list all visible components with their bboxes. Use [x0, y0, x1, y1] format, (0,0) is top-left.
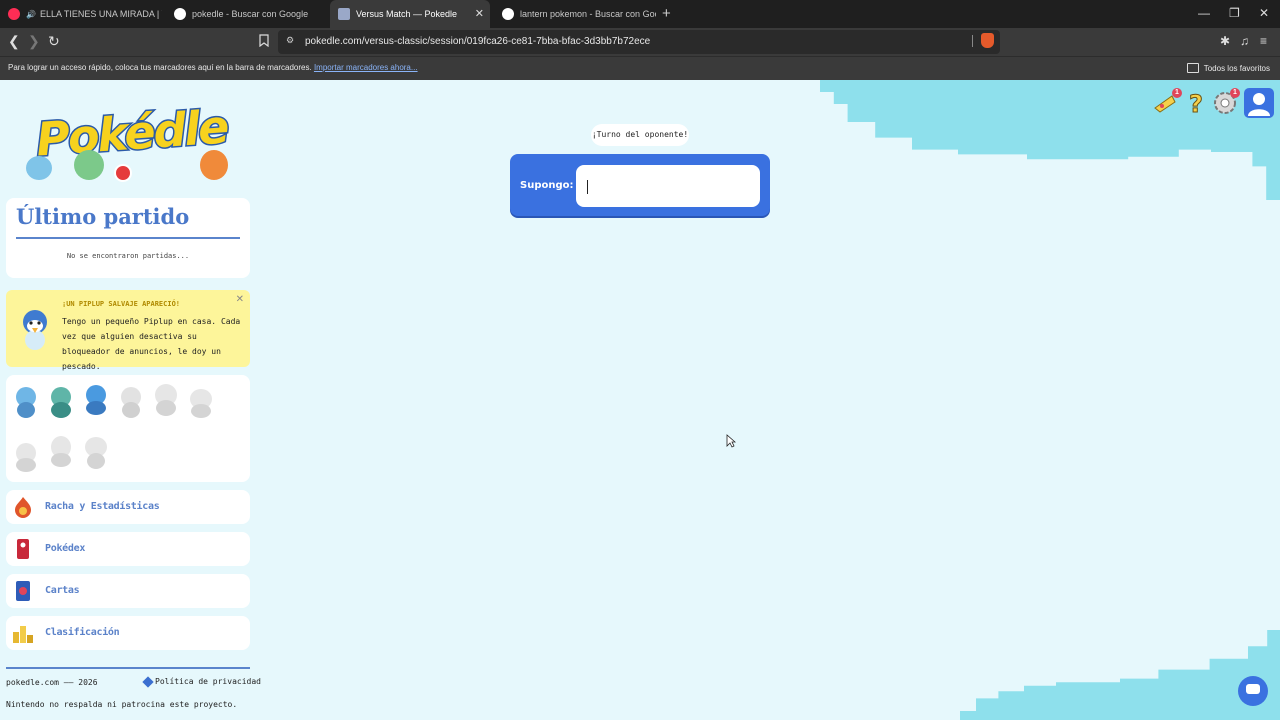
google-icon [502, 8, 514, 20]
folder-icon [1186, 63, 1199, 73]
url-text[interactable]: pokedle.com/versus-classic/session/019fc… [305, 36, 650, 47]
svg-text:?: ? [1189, 90, 1203, 116]
tab-versus-match[interactable]: Versus Match — Pokedle ✕ [330, 0, 490, 28]
turn-indicator: ¡Turno del oponente! [591, 124, 689, 146]
footer-divider [6, 667, 250, 669]
locked-sprite[interactable] [47, 433, 75, 467]
forward-icon[interactable]: ❯ [28, 33, 40, 50]
guess-panel: Supongo: [510, 154, 770, 216]
mudkip-sprite[interactable] [82, 381, 110, 415]
import-bookmarks-link[interactable]: Importar marcadores ahora... [314, 63, 418, 72]
privacy-label: Política de privacidad [155, 677, 261, 686]
pokemon-collection [6, 375, 250, 482]
pokedle-icon [338, 8, 350, 20]
piplup-icon [23, 310, 47, 350]
menu-streak-stats[interactable]: Racha y Estadísticas [6, 490, 250, 524]
browser-toolbar: ❮ ❯ ↻ ⚙ pokedle.com/versus-classic/sessi… [0, 28, 1280, 56]
settings-badge: 1 [1230, 88, 1240, 98]
chat-button[interactable] [1238, 676, 1268, 706]
notifications-badge: 1 [1172, 88, 1182, 98]
squirtle-sprite[interactable] [12, 385, 40, 419]
last-match-card: Último partido No se encontraron partida… [6, 198, 250, 278]
background-wave-bottom [960, 630, 1280, 720]
tab-label: ELLA TIENES UNA MIRADA | YouT [39, 9, 162, 19]
back-icon[interactable]: ❮ [8, 33, 20, 50]
locked-sprite[interactable] [117, 385, 145, 419]
tab-google-pokedle[interactable]: pokedle - Buscar con Google [166, 0, 328, 28]
pokedex-icon [17, 539, 29, 559]
extensions-icon[interactable]: ✱ [1220, 34, 1230, 48]
all-favorites-label: Todos los favoritos [1203, 63, 1270, 73]
fire-icon [15, 497, 31, 518]
guess-label: Supongo: [520, 180, 574, 191]
tab-google-lantern[interactable]: lantern pokemon - Buscar con Goog [494, 0, 656, 28]
minimize-icon[interactable]: — [1198, 6, 1210, 20]
menu-label: Cartas [45, 585, 80, 596]
ad-title: ¡UN PIPLUP SALVAJE APARECIÓ! [62, 300, 181, 308]
menu-icon[interactable]: ≡ [1260, 34, 1267, 48]
piplup-ad-banner: ¡UN PIPLUP SALVAJE APARECIÓ! Tengo un pe… [6, 290, 250, 371]
bookmarks-hint-text: Para lograr un acceso rápido, coloca tus… [8, 63, 312, 72]
youtube-icon [8, 8, 20, 20]
tab-youtube[interactable]: 🔊 ELLA TIENES UNA MIRADA | YouT [0, 0, 162, 28]
tab-label: pokedle - Buscar con Google [192, 9, 309, 19]
menu-leaderboard[interactable]: Clasificación [6, 616, 250, 650]
divider [16, 237, 240, 239]
cards-icon [16, 581, 30, 601]
last-match-empty: No se encontraron partidas... [66, 252, 190, 260]
privacy-link[interactable]: Política de privacidad [142, 675, 261, 688]
locked-sprite[interactable] [12, 439, 40, 473]
pokedle-logo[interactable]: Pokédle [22, 98, 232, 188]
ad-body: Tengo un pequeño Piplup en casa. Cada ve… [62, 317, 241, 371]
site-info-icon[interactable]: ⚙ [286, 35, 294, 46]
close-ad-icon[interactable]: ✕ [236, 294, 244, 305]
background-wave-top [820, 80, 1280, 200]
tab-strip: 🔊 ELLA TIENES UNA MIRADA | YouT pokedle … [0, 0, 1280, 28]
text-caret [587, 180, 588, 194]
new-tab-icon[interactable]: + [662, 5, 671, 22]
brave-shield-icon[interactable] [981, 33, 994, 48]
menu-label: Racha y Estadísticas [45, 501, 160, 512]
help-icon[interactable]: ? [1183, 90, 1209, 116]
tab-label: lantern pokemon - Buscar con Goog [520, 9, 656, 19]
locked-sprite[interactable] [82, 435, 110, 469]
reload-icon[interactable]: ↻ [48, 33, 60, 50]
mouse-cursor-icon [726, 434, 736, 448]
guess-input[interactable] [576, 165, 760, 207]
menu-label: Clasificación [45, 627, 120, 638]
footer-disclaimer: Nintendo no respalda ni patrocina este p… [6, 700, 238, 709]
bulbasaur-sprite[interactable] [47, 385, 75, 419]
window-close-icon[interactable]: ✕ [1259, 6, 1269, 20]
bookmarks-hint: Para lograr un acceso rápido, coloca tus… [8, 63, 418, 72]
menu-label: Pokédex [45, 543, 86, 554]
google-icon [174, 8, 186, 20]
locked-sprite[interactable] [152, 383, 180, 417]
chat-icon [1246, 684, 1260, 694]
address-bar[interactable]: ⚙ pokedle.com/versus-classic/session/019… [278, 30, 1000, 54]
restore-icon[interactable]: ❐ [1229, 6, 1240, 20]
bookmark-icon[interactable] [259, 34, 269, 47]
last-match-title: Último partido [16, 204, 190, 229]
speaker-icon: 🔊 [26, 9, 36, 19]
close-tab-icon[interactable]: ✕ [475, 7, 484, 20]
tab-label: Versus Match — Pokedle [356, 9, 458, 19]
footer-site: pokedle.com —— 2026 [6, 678, 98, 687]
locked-sprite[interactable] [187, 385, 215, 419]
podium-icon [13, 626, 33, 643]
media-icon[interactable]: ♫ [1240, 34, 1249, 48]
bookmarks-bar: Para lograr un acceso rápido, coloca tus… [0, 56, 1280, 81]
pokedle-page: Pokédle Último partido No se encontraron… [0, 80, 1280, 720]
menu-cards[interactable]: Cartas [6, 574, 250, 608]
all-favorites-button[interactable]: Todos los favoritos [1186, 63, 1270, 73]
toolbar-divider [972, 35, 973, 47]
heart-icon [142, 675, 154, 688]
menu-pokedex[interactable]: Pokédex [6, 532, 250, 566]
profile-icon[interactable] [1244, 88, 1274, 118]
